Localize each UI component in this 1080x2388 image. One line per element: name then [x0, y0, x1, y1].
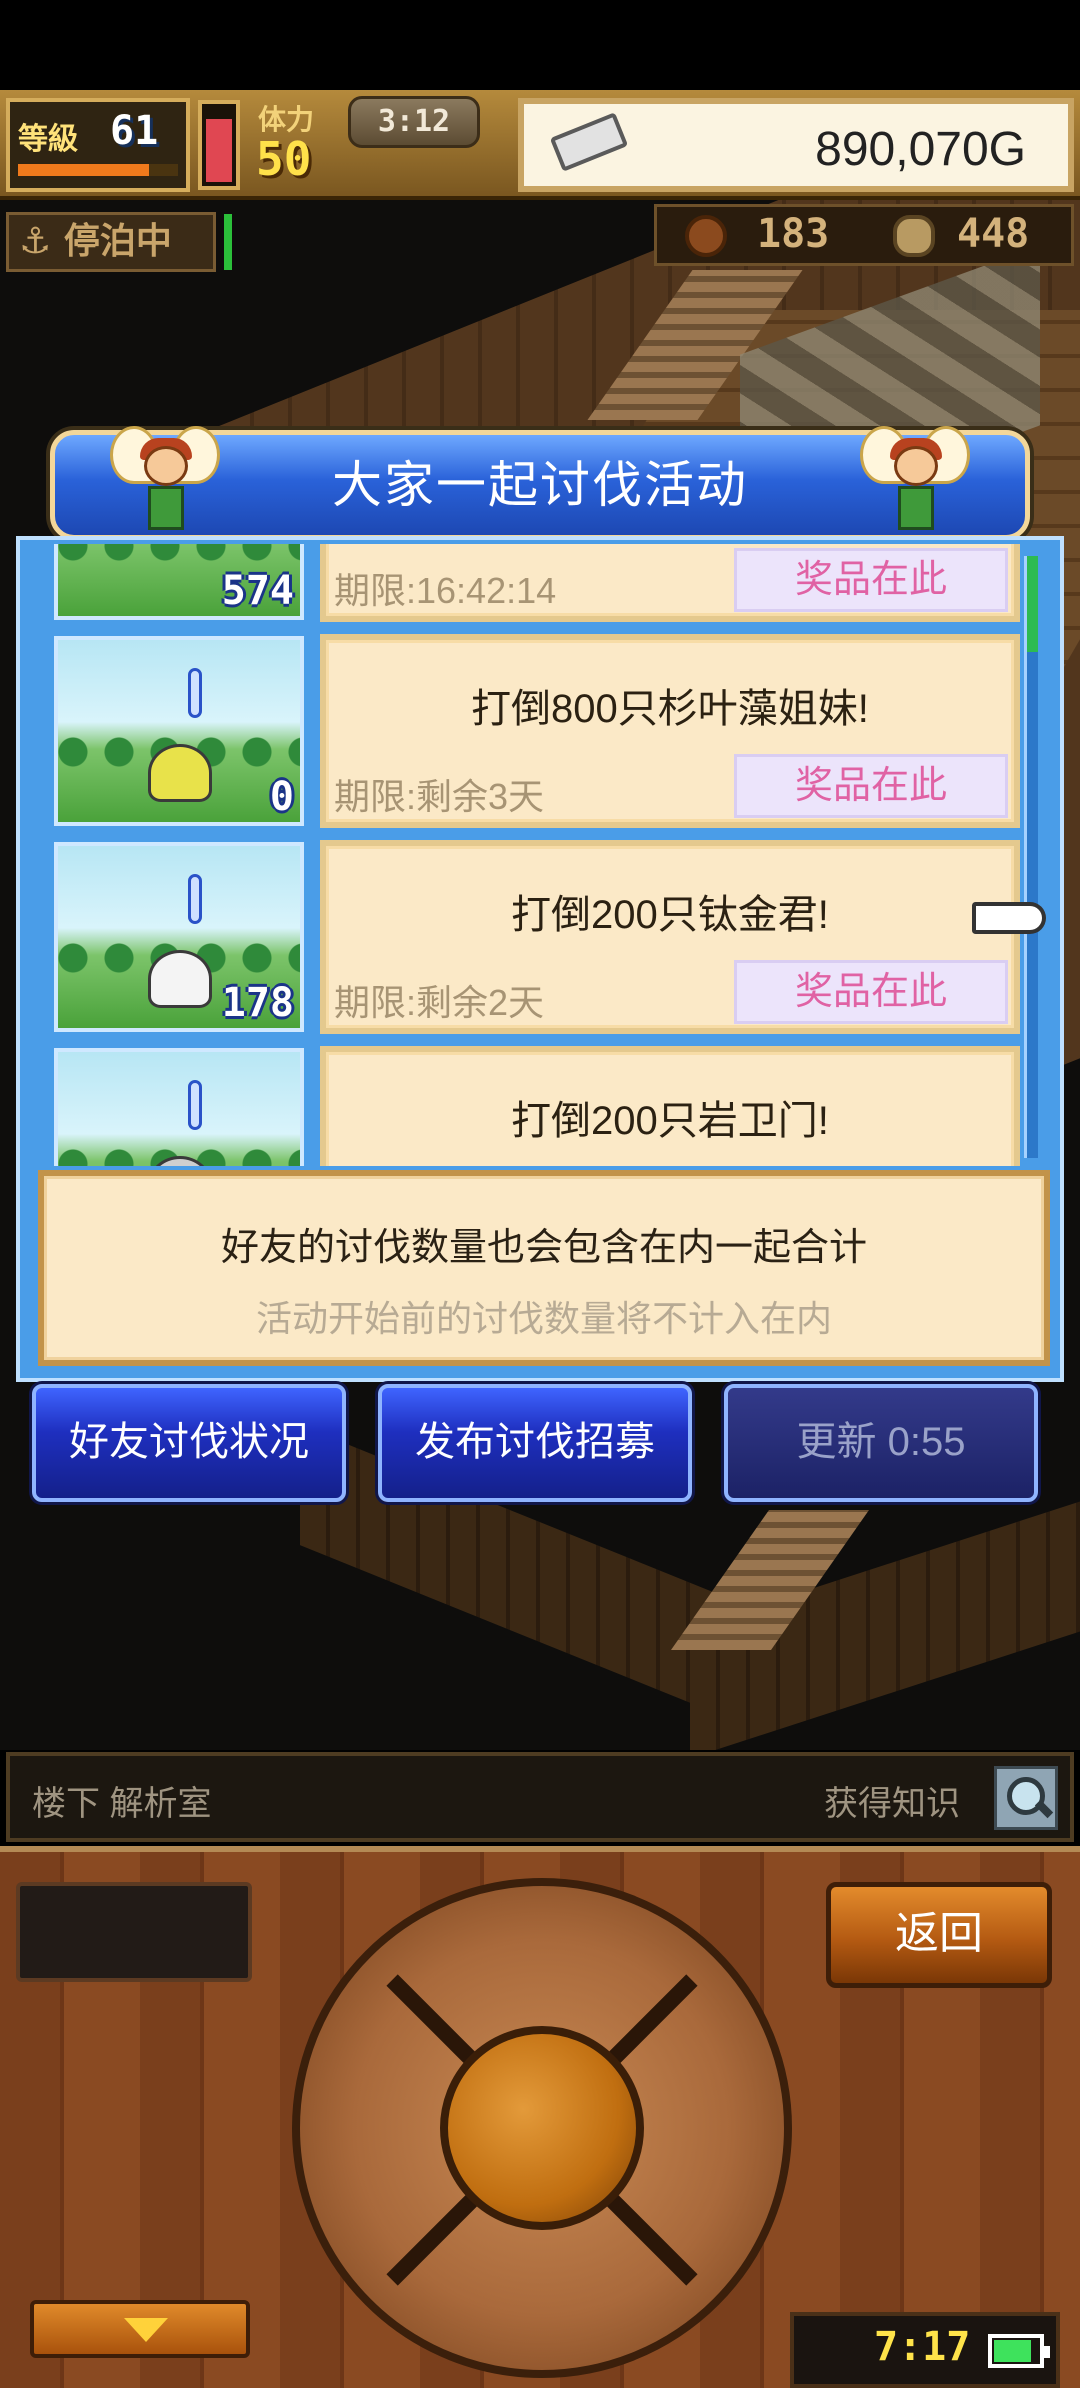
silver-bar-icon: [549, 112, 629, 172]
event-thumbnail: 178: [54, 842, 304, 1032]
event-task: 打倒800只杉叶藻姐妹!: [471, 687, 869, 731]
gold-panel: 890,070G: [518, 98, 1074, 192]
stamina-value: 50: [256, 132, 312, 186]
event-thumbnail: 0: [54, 636, 304, 826]
gold-value: 890,070G: [815, 123, 1026, 176]
kill-count: 178: [221, 980, 294, 1026]
angel-mascot-icon: [110, 420, 220, 540]
direction-pad[interactable]: [292, 1878, 792, 2378]
resources-panel: 183 448: [654, 204, 1074, 266]
gray-monster-icon: [148, 1156, 212, 1166]
prize-button[interactable]: 奖品在此: [734, 754, 1008, 818]
event-deadline: 期限:剩余2天: [334, 982, 545, 1023]
angel-mascot-icon: [860, 420, 970, 540]
info-screen: [16, 1882, 252, 1982]
meat-icon: [685, 215, 727, 257]
status-indicator: [224, 214, 232, 270]
event-row[interactable]: 178 打倒200只钛金君! 期限:剩余2天 奖品在此: [36, 830, 1022, 1034]
meat-count: 183: [757, 211, 830, 257]
back-button[interactable]: 返回: [826, 1882, 1052, 1988]
coin-icon: [893, 215, 935, 257]
event-row[interactable]: 打倒200只岩卫门!: [36, 1036, 1022, 1166]
ship-status: ⚓ 停泊中: [6, 212, 216, 272]
friends-status-button[interactable]: 好友讨伐状况: [32, 1384, 346, 1502]
info-main-text: 好友的讨伐数量也会包含在内一起合计: [220, 1227, 867, 1269]
event-info-box: 好友的讨伐数量也会包含在内一起合计 活动开始前的讨伐数量将不计入在内: [38, 1170, 1050, 1366]
menu-down-button[interactable]: [30, 2300, 250, 2358]
coin-count: 448: [957, 211, 1030, 257]
exclamation-icon: [188, 668, 202, 718]
level-label: 等級: [18, 122, 78, 157]
event-row[interactable]: 574 期限:16:42:14 奖品在此: [36, 544, 1022, 622]
top-hud: 等級 61 体力 50 3:12 890,070G: [0, 90, 1080, 200]
clock-battery-panel: 7:17: [790, 2312, 1060, 2388]
list-scrollbar[interactable]: [1024, 556, 1038, 1158]
event-card: 打倒800只杉叶藻姐妹! 期限:剩余3天 奖品在此: [320, 634, 1020, 828]
down-arrow-icon: [124, 2318, 168, 2342]
event-task: 打倒200只岩卫门!: [511, 1099, 829, 1143]
pointing-hand-icon: [972, 896, 1046, 940]
exclamation-icon: [188, 1080, 202, 1130]
monster-sprite: [148, 1156, 218, 1166]
magnifier-icon[interactable]: [994, 1766, 1058, 1830]
yellow-monster-icon: [148, 744, 212, 802]
refresh-button[interactable]: 更新 0:55: [724, 1384, 1038, 1502]
event-card: 期限:16:42:14 奖品在此: [320, 544, 1020, 622]
control-panel: 返回 7:17: [0, 1846, 1080, 2388]
location-bar: 楼下 解析室 获得知识: [6, 1752, 1074, 1842]
level-value: 61: [110, 108, 159, 154]
status-text: 停泊中: [63, 221, 172, 262]
event-card: 打倒200只岩卫门!: [320, 1046, 1020, 1166]
prize-button[interactable]: 奖品在此: [734, 960, 1008, 1024]
event-card: 打倒200只钛金君! 期限:剩余2天 奖品在此: [320, 840, 1020, 1034]
battery-icon: [988, 2334, 1050, 2368]
game-clock: 3:12: [348, 96, 480, 148]
event-thumbnail: 574: [54, 544, 304, 620]
monster-sprite: [148, 950, 218, 1010]
location-text: 楼下 解析室: [32, 1785, 212, 1823]
kill-count: 574: [221, 568, 294, 614]
event-task: 打倒200只钛金君!: [511, 893, 829, 937]
exclamation-icon: [188, 874, 202, 924]
event-row[interactable]: 0 打倒800只杉叶藻姐妹! 期限:剩余3天 奖品在此: [36, 624, 1022, 828]
event-deadline: 期限:16:42:14: [334, 570, 557, 611]
info-sub-text: 活动开始前的讨伐数量将不计入在内: [255, 1298, 832, 1339]
prize-button[interactable]: 奖品在此: [734, 548, 1008, 612]
event-thumbnail: [54, 1048, 304, 1166]
xp-bar: [18, 164, 178, 176]
event-list[interactable]: 574 期限:16:42:14 奖品在此 0 打倒800只杉叶藻姐妹! 期限:剩…: [36, 544, 1022, 1166]
monster-sprite: [148, 744, 218, 804]
device-time: 7:17: [874, 2324, 971, 2370]
post-recruit-button[interactable]: 发布讨伐招募: [378, 1384, 692, 1502]
event-deadline: 期限:剩余3天: [334, 776, 545, 817]
knowledge-text: 获得知识: [824, 1785, 960, 1823]
dpad-center-button[interactable]: [440, 2026, 644, 2230]
white-monster-icon: [148, 950, 212, 1008]
level-panel: 等級 61: [6, 98, 190, 192]
hp-gauge: [198, 100, 240, 190]
kill-count: 0: [269, 774, 294, 820]
event-dialog: 574 期限:16:42:14 奖品在此 0 打倒800只杉叶藻姐妹! 期限:剩…: [16, 536, 1064, 1382]
